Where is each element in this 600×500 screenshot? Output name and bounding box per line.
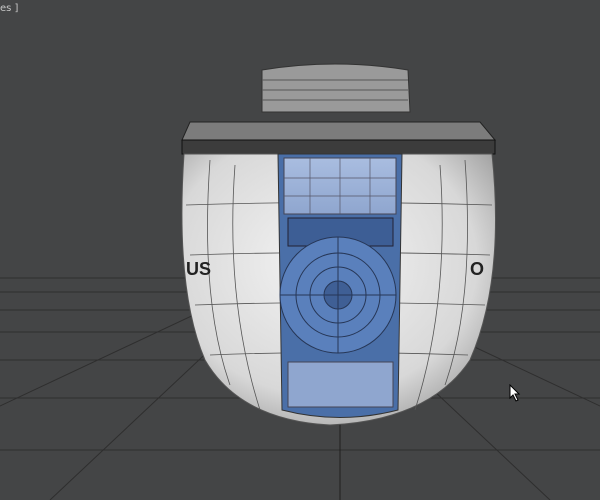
mouse-cursor-icon: [509, 384, 521, 402]
viewport[interactable]: US O es ]: [0, 0, 600, 500]
camera-lens: [279, 236, 397, 354]
logo-right: O: [470, 259, 484, 279]
viewport-scene: US O: [0, 63, 600, 500]
top-cap: [181, 63, 497, 155]
logo-left: US: [186, 259, 211, 279]
viewport-label[interactable]: es ]: [0, 3, 18, 14]
